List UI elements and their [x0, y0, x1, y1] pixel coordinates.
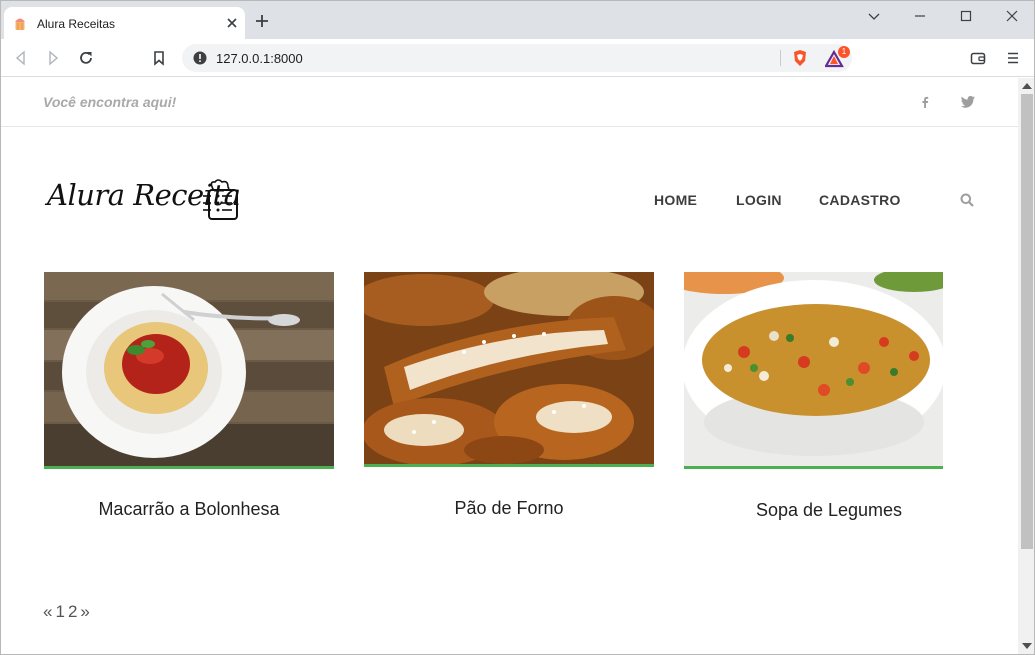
- close-window-icon[interactable]: [989, 1, 1034, 31]
- browser-tab[interactable]: Alura Receitas: [4, 7, 245, 39]
- tagline: Você encontra aqui!: [43, 94, 177, 110]
- address-bar[interactable]: 127.0.0.1:8000 1: [182, 44, 852, 72]
- nav-home-link[interactable]: HOME: [654, 192, 697, 208]
- url-text: 127.0.0.1:8000: [216, 51, 303, 66]
- pagination-prev[interactable]: «: [43, 602, 52, 621]
- brave-shields-icon[interactable]: [792, 49, 808, 67]
- nav-cadastro-link[interactable]: CADASTRO: [819, 192, 901, 208]
- card-accent-line: [44, 466, 334, 469]
- recipe-card[interactable]: [364, 272, 654, 467]
- recipe-title[interactable]: Sopa de Legumes: [684, 500, 974, 521]
- forward-icon[interactable]: [45, 50, 61, 66]
- new-tab-icon[interactable]: [255, 14, 269, 28]
- back-icon[interactable]: [13, 50, 29, 66]
- recipe-title[interactable]: Pão de Forno: [364, 498, 654, 519]
- tab-strip: Alura Receitas: [1, 1, 1034, 39]
- info-icon[interactable]: [193, 51, 207, 65]
- recipe-title[interactable]: Macarrão a Bolonhesa: [44, 499, 334, 520]
- maximize-icon[interactable]: [943, 1, 989, 31]
- card-accent-line: [684, 466, 943, 469]
- browser-toolbar: 127.0.0.1:8000 1: [1, 39, 1034, 77]
- pagination-next[interactable]: »: [80, 602, 89, 621]
- close-tab-icon[interactable]: [225, 16, 239, 30]
- card-accent-line: [364, 464, 654, 467]
- scroll-thumb[interactable]: [1021, 94, 1033, 549]
- web-page: Você encontra aqui! Alura Receita HOME L…: [1, 78, 1018, 654]
- menu-icon[interactable]: [1005, 50, 1021, 66]
- scroll-down-icon[interactable]: [1022, 643, 1032, 649]
- scroll-up-icon[interactable]: [1022, 83, 1032, 89]
- search-icon[interactable]: [960, 193, 974, 207]
- wallet-icon[interactable]: [970, 50, 986, 66]
- pagination-page-1[interactable]: 1: [55, 602, 64, 621]
- reload-icon[interactable]: [78, 50, 94, 66]
- facebook-icon[interactable]: [919, 96, 931, 108]
- recipe-card[interactable]: [44, 272, 334, 469]
- browser-window: Alura Receitas 127.0.0.1:8000 1 Você enc…: [0, 0, 1035, 655]
- recipe-image-pao[interactable]: [364, 272, 654, 464]
- pagination: «1 2»: [43, 602, 93, 622]
- top-bar: Você encontra aqui!: [1, 78, 1018, 127]
- minimize-icon[interactable]: [897, 1, 943, 31]
- tab-title: Alura Receitas: [37, 17, 116, 31]
- page-scrollbar[interactable]: [1018, 78, 1034, 654]
- bookmark-icon[interactable]: [151, 50, 167, 66]
- twitter-icon[interactable]: [961, 96, 975, 108]
- rewards-badge: 1: [838, 46, 850, 58]
- omnibox-separator: [780, 50, 781, 66]
- recipe-card[interactable]: [684, 272, 943, 469]
- nav-login-link[interactable]: LOGIN: [736, 192, 782, 208]
- cupcake-favicon-icon: [15, 18, 25, 30]
- tab-search-chevron-icon[interactable]: [851, 1, 897, 31]
- recipe-book-logo-icon: [203, 179, 238, 220]
- recipe-image-macarrao[interactable]: [44, 272, 334, 466]
- pagination-page-2[interactable]: 2: [68, 602, 77, 621]
- recipe-image-sopa[interactable]: [684, 272, 943, 466]
